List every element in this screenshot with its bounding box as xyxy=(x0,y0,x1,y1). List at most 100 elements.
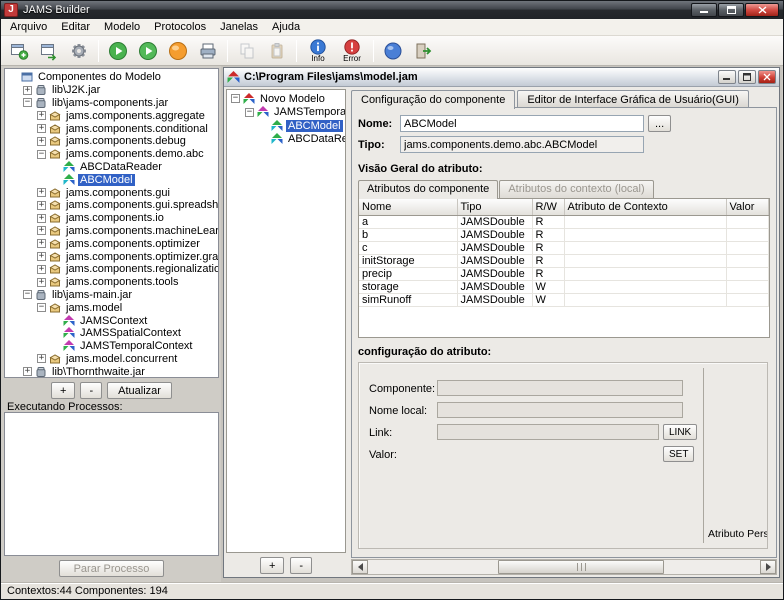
tree-item-jams-components-conditional[interactable]: +jams.components.conditional xyxy=(5,122,218,135)
info-button[interactable]: Info xyxy=(302,37,334,64)
table-row[interactable]: aJAMSDoubleR xyxy=(359,215,769,228)
close-button[interactable] xyxy=(745,3,779,17)
tree-item-abcdatareader[interactable]: ABCDataReader xyxy=(227,133,345,147)
collapse-toggle-icon[interactable]: − xyxy=(37,150,46,159)
tree-item-jams-components-gui[interactable]: +jams.components.gui xyxy=(5,186,218,199)
menu-protocolos[interactable]: Protocolos xyxy=(147,20,213,34)
table-cell[interactable]: W xyxy=(532,293,564,306)
expand-toggle-icon[interactable]: + xyxy=(37,265,46,274)
table-cell[interactable]: W xyxy=(532,280,564,293)
scroll-right-button[interactable] xyxy=(760,560,776,574)
tree-item-jams-model[interactable]: −jams.model xyxy=(5,301,218,314)
type-field[interactable] xyxy=(400,136,644,153)
table-row[interactable]: storageJAMSDoubleW xyxy=(359,280,769,293)
scroll-left-button[interactable] xyxy=(352,560,368,574)
link-field[interactable] xyxy=(437,424,659,440)
deploy-button[interactable] xyxy=(194,37,222,64)
menu-arquivo[interactable]: Arquivo xyxy=(3,20,54,34)
table-cell[interactable] xyxy=(564,254,726,267)
menu-modelo[interactable]: Modelo xyxy=(97,20,147,34)
gear-button[interactable] xyxy=(65,37,93,64)
tree-item-lib-jams-main-jar[interactable]: −lib\jams-main.jar xyxy=(5,289,218,302)
table-cell[interactable]: JAMSDouble xyxy=(457,254,532,267)
tree-item-jamscontext[interactable]: JAMSContext xyxy=(5,314,218,327)
tree-item-jams-components-demo-abc[interactable]: −jams.components.demo.abc xyxy=(5,148,218,161)
table-cell[interactable]: JAMSDouble xyxy=(457,267,532,280)
column-header-nome[interactable]: Nome xyxy=(359,199,457,215)
expand-toggle-icon[interactable]: + xyxy=(37,226,46,235)
table-cell[interactable]: a xyxy=(359,215,457,228)
tree-item-lib-j2k-jar[interactable]: +lib\J2K.jar xyxy=(5,84,218,97)
new-model-button[interactable] xyxy=(5,37,33,64)
table-cell[interactable]: simRunoff xyxy=(359,293,457,306)
tree-item-jams-components-gui-spreadsheet[interactable]: +jams.components.gui.spreadsheet xyxy=(5,199,218,212)
stop-process-button[interactable]: Parar Processo xyxy=(59,560,165,577)
model-add-button[interactable]: + xyxy=(260,557,284,574)
table-cell[interactable] xyxy=(564,267,726,280)
frame-close-button[interactable] xyxy=(758,70,776,84)
menu-ajuda[interactable]: Ajuda xyxy=(265,20,307,34)
title-bar[interactable]: J JAMS Builder xyxy=(1,1,783,19)
expand-toggle-icon[interactable]: + xyxy=(37,214,46,223)
model-remove-button[interactable]: - xyxy=(290,557,312,574)
collapse-toggle-icon[interactable]: − xyxy=(231,94,240,103)
tree-item-lib-jams-components-jar[interactable]: −lib\jams-components.jar xyxy=(5,97,218,110)
error-button[interactable]: Error xyxy=(336,37,368,64)
table-cell[interactable]: JAMSDouble xyxy=(457,280,532,293)
column-header-atributo-de-contexto[interactable]: Atributo de Contexto xyxy=(564,199,726,215)
scrollbar-track[interactable] xyxy=(368,560,760,574)
scrollbar-thumb[interactable] xyxy=(498,560,664,574)
table-cell[interactable]: storage xyxy=(359,280,457,293)
table-cell[interactable]: JAMSDouble xyxy=(457,241,532,254)
open-model-button[interactable] xyxy=(35,37,63,64)
collapse-toggle-icon[interactable]: − xyxy=(245,108,254,117)
frame-minimize-button[interactable] xyxy=(718,70,736,84)
tree-item-jams-components-tools[interactable]: +jams.components.tools xyxy=(5,276,218,289)
running-processes-list[interactable] xyxy=(4,412,219,556)
tree-item-jams-components-optimizer[interactable]: +jams.components.optimizer xyxy=(5,237,218,250)
tree-item-jams-components-aggregate[interactable]: +jams.components.aggregate xyxy=(5,109,218,122)
minimize-button[interactable] xyxy=(691,3,717,17)
tree-item-abcdatareader[interactable]: ABCDataReader xyxy=(5,161,218,174)
expand-toggle-icon[interactable]: + xyxy=(37,201,46,210)
table-row[interactable]: cJAMSDoubleR xyxy=(359,241,769,254)
expand-toggle-icon[interactable]: + xyxy=(37,354,46,363)
expand-toggle-icon[interactable]: + xyxy=(23,86,32,95)
expand-toggle-icon[interactable]: + xyxy=(37,137,46,146)
table-cell[interactable]: R xyxy=(532,267,564,280)
table-cell[interactable] xyxy=(726,293,769,306)
table-cell[interactable] xyxy=(726,254,769,267)
table-cell[interactable] xyxy=(726,280,769,293)
expand-toggle-icon[interactable]: + xyxy=(37,124,46,133)
link-button[interactable]: LINK xyxy=(663,424,697,440)
tree-item-jamsspatialcontext[interactable]: JAMSSpatialContext xyxy=(5,327,218,340)
column-header-r-w[interactable]: R/W xyxy=(532,199,564,215)
table-cell[interactable]: b xyxy=(359,228,457,241)
table-row[interactable]: simRunoffJAMSDoubleW xyxy=(359,293,769,306)
menu-editar[interactable]: Editar xyxy=(54,20,97,34)
tree-item-abcmodel[interactable]: ABCModel xyxy=(5,173,218,186)
expand-toggle-icon[interactable]: + xyxy=(37,239,46,248)
table-cell[interactable] xyxy=(726,215,769,228)
browse-button[interactable]: ... xyxy=(648,115,671,132)
component-field[interactable] xyxy=(437,380,683,396)
table-cell[interactable] xyxy=(564,228,726,241)
tree-item-jams-components-debug[interactable]: +jams.components.debug xyxy=(5,135,218,148)
paste-button[interactable] xyxy=(263,37,291,64)
refresh-button[interactable]: Atualizar xyxy=(107,382,172,399)
frame-maximize-button[interactable] xyxy=(738,70,756,84)
tree-item-jamstemporalcontext[interactable]: −JAMSTemporalContext xyxy=(227,106,345,120)
table-cell[interactable] xyxy=(726,267,769,280)
copy-button[interactable] xyxy=(233,37,261,64)
tree-item-jams-components-regionalization[interactable]: +jams.components.regionalization xyxy=(5,263,218,276)
table-cell[interactable]: initStorage xyxy=(359,254,457,267)
table-cell[interactable]: R xyxy=(532,241,564,254)
table-cell[interactable]: R xyxy=(532,254,564,267)
menu-janelas[interactable]: Janelas xyxy=(213,20,265,34)
table-cell[interactable] xyxy=(726,241,769,254)
tab-component-attributes[interactable]: Atributos do componente xyxy=(358,180,498,199)
column-header-valor[interactable]: Valor xyxy=(726,199,769,215)
table-cell[interactable]: JAMSDouble xyxy=(457,215,532,228)
tree-item-componentes-do-modelo[interactable]: Componentes do Modelo xyxy=(5,71,218,84)
exit-button[interactable] xyxy=(409,37,437,64)
